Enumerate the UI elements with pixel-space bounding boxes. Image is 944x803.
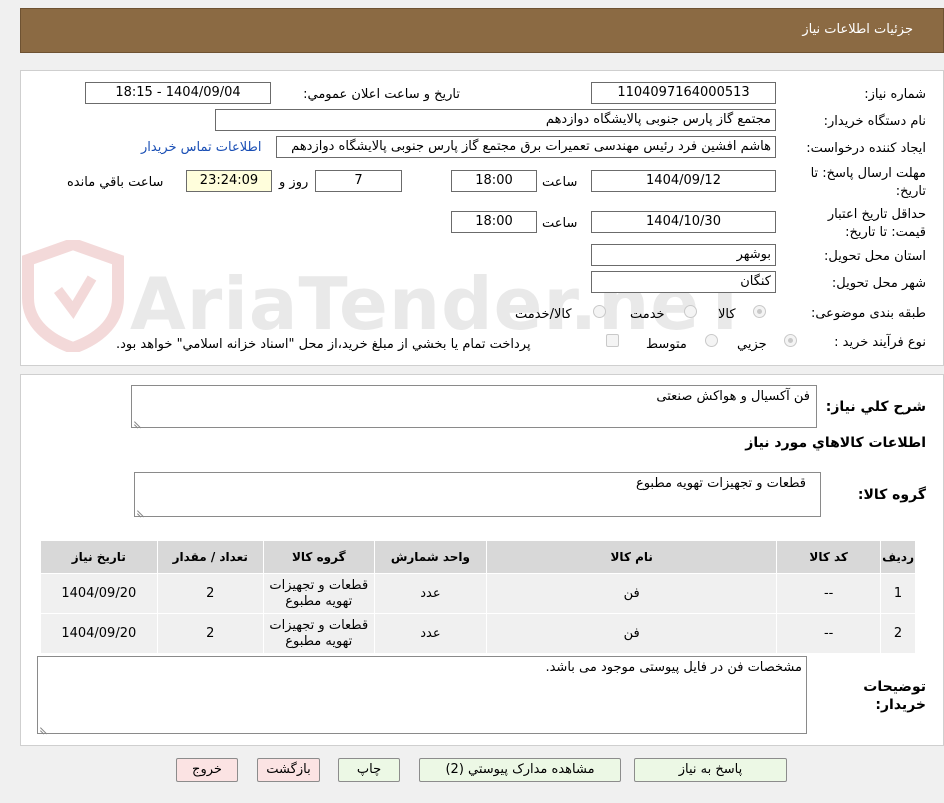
cell-row-number: 1 [880,573,916,614]
remaining-time-field: 23:24:09 [186,170,272,192]
validity-date-field: 1404/10/30 [591,211,776,233]
page-title: جزئيات اطلاعات نياز [802,22,913,37]
buyer-notes-textarea: مشخصات فن در فایل پیوستی موجود می باشد. [37,656,807,734]
general-desc-textarea: فن آکسیال و هواکش صنعتی [131,385,817,428]
goods-info-title: اطلاعات کالاهاي مورد نياز [745,435,926,451]
cell-code: -- [776,573,882,614]
goods-group-label: گروه کالا: [857,487,926,503]
buyer-notes-label-line1: توضيحات [863,679,926,695]
category-goods-radio[interactable] [753,305,766,318]
general-desc-label: شرح کلي نياز: [825,399,926,415]
city-label: شهر محل تحويل: [831,276,926,291]
reply-date-field: 1404/09/12 [591,170,776,192]
remaining-days-field: 7 [315,170,402,192]
validity-time-field: 18:00 [451,211,537,233]
reply-to-need-button[interactable]: پاسخ به نياز [634,758,787,782]
shield-logo-icon [22,240,124,352]
cell-unit: عدد [373,573,488,614]
cell-group: قطعات و تجهیزات تهویه مطبوع [262,573,375,614]
cell-group: قطعات و تجهیزات تهویه مطبوع [262,613,375,654]
announce-datetime-field: 1404/09/04 - 18:15 [85,82,271,104]
col-header-need-date: تاريخ نياز [40,540,158,574]
category-service-radio[interactable] [684,305,697,318]
table-header-row: رديف کد کالا نام کالا واحد شمارش گروه کا… [40,540,916,574]
cell-need-date: 1404/09/20 [40,613,158,654]
process-minor-label: جزيي [737,337,767,352]
buyer-org-label: نام دستگاه خريدار: [823,114,926,129]
process-minor-radio[interactable] [784,334,797,347]
buyer-notes-label-line2: خريدار: [875,697,926,713]
reply-deadline-label: مهلت ارسال پاسخ: تا تاريخ: [810,166,926,199]
process-type-label: نوع فرآيند خريد : [834,335,926,350]
cell-need-date: 1404/09/20 [40,573,158,614]
buyer-notes-text: مشخصات فن در فایل پیوستی موجود می باشد. [545,660,802,675]
category-goods-service-label: کالا/خدمت [515,307,572,322]
goods-table: رديف کد کالا نام کالا واحد شمارش گروه کا… [40,540,916,654]
category-goods-label: کالا [718,307,736,322]
days-label: روز و [279,175,309,190]
col-header-name: نام کالا [486,540,778,574]
view-attachments-button[interactable]: مشاهده مدارک پيوستي (2) [419,758,621,782]
category-goods-service-radio[interactable] [593,305,606,318]
buyer-contact-link[interactable]: اطلاعات تماس خريدار [141,140,261,155]
col-header-row-number: رديف [880,540,916,574]
category-label: طبقه بندی موضوعی: [810,306,926,321]
process-medium-label: متوسط [646,337,687,352]
table-row: 1 -- فن عدد قطعات و تجهیزات تهویه مطبوع … [40,573,916,614]
category-service-label: خدمت [630,307,665,322]
province-label: استان محل تحويل: [824,249,926,264]
remaining-time-label: ساعت باقي مانده [67,175,164,190]
validity-time-label: ساعت [542,216,578,231]
col-header-unit: واحد شمارش [373,540,488,574]
treasury-payment-checkbox[interactable] [606,334,619,347]
cell-group-line2: تهویه مطبوع [285,593,353,609]
province-field: بوشهر [591,244,776,266]
cell-name: فن [486,573,778,614]
need-number-label: شماره نياز: [864,87,926,102]
process-medium-radio[interactable] [705,334,718,347]
cell-quantity: 2 [156,573,264,614]
resize-handle-icon[interactable] [40,723,48,731]
resize-handle-icon[interactable] [134,417,142,425]
requester-field: هاشم افشین فرد رئیس مهندسی تعمیرات برق م… [276,136,776,158]
cell-code: -- [776,613,882,654]
need-number-field: 1104097164000513 [591,82,776,104]
city-field: کنگان [591,271,776,293]
col-header-code: کد کالا [776,540,882,574]
cell-group-line2: تهویه مطبوع [285,633,353,649]
buyer-org-field: مجتمع گاز پارس جنوبی پالایشگاه دوازدهم [215,109,776,131]
reply-time-field: 18:00 [451,170,537,192]
col-header-quantity: تعداد / مقدار [156,540,264,574]
announce-label: تاريخ و ساعت اعلان عمومي: [303,87,460,102]
goods-group-text: قطعات و تجهیزات تهویه مطبوع [635,476,806,491]
cell-unit: عدد [373,613,488,654]
requester-label: ايجاد کننده درخواست: [806,141,926,156]
cell-group-line1: قطعات و تجهیزات [269,577,369,593]
page-header: جزئيات اطلاعات نياز [20,8,944,53]
exit-button[interactable]: خروج [176,758,238,782]
general-desc-text: فن آکسیال و هواکش صنعتی [656,389,810,404]
reply-time-label: ساعت [542,175,578,190]
table-row: 2 -- فن عدد قطعات و تجهیزات تهویه مطبوع … [40,613,916,654]
back-button[interactable]: بازگشت [257,758,320,782]
print-button[interactable]: چاپ [338,758,400,782]
resize-handle-icon[interactable] [137,506,145,514]
cell-group-line1: قطعات و تجهیزات [269,617,369,633]
cell-quantity: 2 [156,613,264,654]
cell-row-number: 2 [880,613,916,654]
goods-group-textarea: قطعات و تجهیزات تهویه مطبوع [134,472,821,517]
col-header-group: گروه کالا [262,540,375,574]
treasury-payment-note: پرداخت تمام يا بخشي از مبلغ خريد،از محل … [116,337,531,352]
cell-name: فن [486,613,778,654]
price-validity-label: حداقل تاريخ اعتبار قيمت: تا تاريخ: [827,207,926,240]
